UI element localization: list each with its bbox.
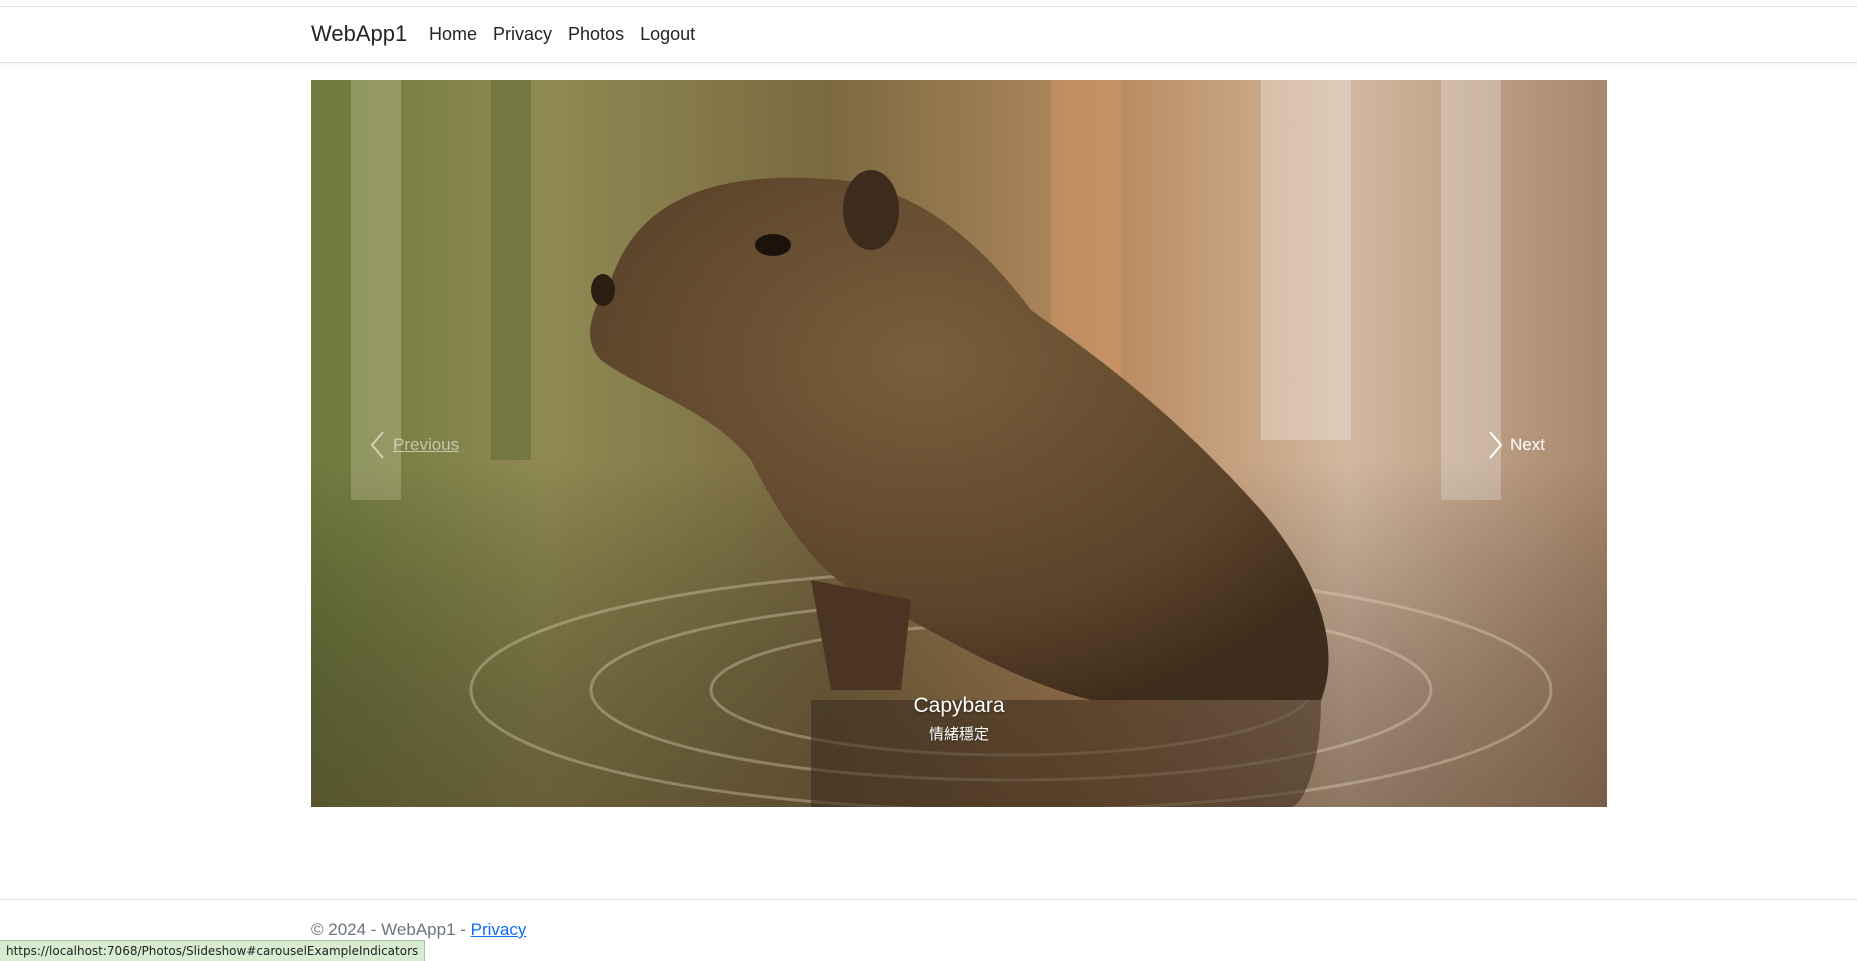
footer-privacy-link[interactable]: Privacy: [471, 920, 527, 939]
page: WebApp1 Home Privacy Photos Logout Previ…: [0, 0, 1857, 961]
carousel-next-button[interactable]: Next: [1486, 430, 1545, 460]
nav-logout-link[interactable]: Logout: [640, 24, 695, 45]
next-label: Next: [1510, 435, 1545, 454]
chevron-left-icon: [370, 431, 384, 459]
slide-caption: Capybara 情緒穩定: [311, 692, 1607, 746]
nav-privacy-link[interactable]: Privacy: [493, 24, 552, 45]
caption-text: 情緒穩定: [928, 726, 989, 743]
nav-photos-link[interactable]: Photos: [568, 24, 624, 45]
nav-home-link[interactable]: Home: [429, 24, 477, 45]
footer-text: © 2024 - WebApp1 - Privacy: [311, 920, 526, 940]
copyright-text: © 2024 - WebApp1 -: [311, 920, 471, 939]
photo-carousel: Previous Next Capybara 情緒穩定: [311, 80, 1607, 807]
browser-status-url: https://localhost:7068/Photos/Slideshow#…: [0, 940, 426, 961]
previous-label: Previous: [393, 435, 460, 454]
chevron-right-icon: [1489, 431, 1503, 459]
caption-title: Capybara: [913, 694, 1005, 717]
navbar: WebApp1 Home Privacy Photos Logout: [0, 7, 1857, 63]
brand-link[interactable]: WebApp1: [311, 21, 407, 47]
nav-menu: Home Privacy Photos Logout: [429, 24, 695, 45]
carousel-previous-button[interactable]: Previous: [369, 430, 459, 460]
